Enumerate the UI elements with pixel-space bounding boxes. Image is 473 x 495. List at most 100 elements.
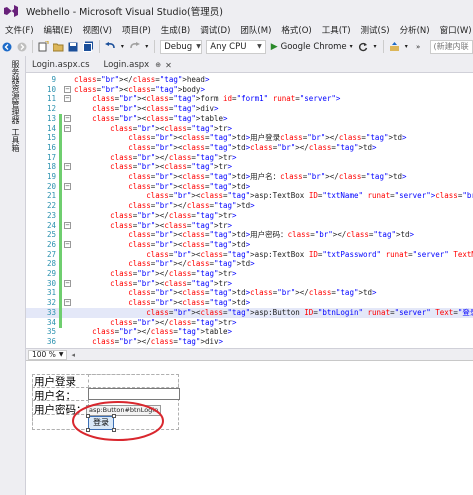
menu-window[interactable]: 窗口(W) <box>435 24 473 36</box>
code-line[interactable]: 18− class="br"><class="tag">tr> <box>26 162 473 173</box>
code-line[interactable]: 22 class="br"></class="tag">td> <box>26 201 473 212</box>
menu-file[interactable]: 文件(F) <box>0 24 39 36</box>
collapse-icon[interactable]: − <box>64 299 71 307</box>
collapse-icon[interactable]: − <box>64 240 71 248</box>
code-line[interactable]: 35 class="br"></class="tag">table> <box>26 327 473 337</box>
change-marker <box>59 269 62 279</box>
chevron-down-icon: ▾ <box>349 43 353 50</box>
code-line[interactable]: 15 class="br"><class="tag">td>用户登录class=… <box>26 133 473 144</box>
menu-test[interactable]: 测试(S) <box>356 24 395 36</box>
code-line[interactable]: 21 class="br"><class="tag">asp:TextBox I… <box>26 191 473 202</box>
line-number: 33 <box>46 307 56 317</box>
collapse-icon[interactable]: − <box>64 279 71 287</box>
code-text: class="br"><class="tag">asp:TextBox ID="… <box>146 249 473 259</box>
publish-dropdown-icon[interactable]: ▾ <box>404 41 409 53</box>
design-surface[interactable]: 用户登录 用户名： 用户密码： asp:Button#btnLogin 登录 <box>26 360 473 495</box>
code-text: class="br"><class="tag">tr> <box>110 162 233 172</box>
code-line[interactable]: 24− class="br"><class="tag">tr> <box>26 220 473 231</box>
code-line[interactable]: 25 class="br"><class="tag">td>用户密码：class… <box>26 230 473 241</box>
save-icon[interactable] <box>68 41 79 53</box>
change-marker <box>59 210 62 221</box>
code-line[interactable]: 14− class="br"><class="tag">tr> <box>26 123 473 134</box>
browser-label: Google Chrome <box>280 41 347 52</box>
code-line[interactable]: 13− class="br"><class="tag">table> <box>26 113 473 124</box>
line-number: 25 <box>46 230 56 240</box>
pin-icon[interactable]: ⊕ <box>155 61 161 69</box>
visual-studio-logo-icon <box>0 0 22 22</box>
code-line[interactable]: 23 class="br"></class="tag">tr> <box>26 210 473 221</box>
menu-format[interactable]: 格式(O) <box>276 24 316 36</box>
code-line[interactable]: 9 class="br"></class="tag">head> <box>26 75 473 85</box>
menu-view[interactable]: 视图(V) <box>78 24 117 36</box>
collapse-icon[interactable]: − <box>64 95 71 103</box>
close-icon[interactable]: ✕ <box>165 61 172 70</box>
server-explorer-tab[interactable]: 服务器资源管理器 <box>9 60 21 124</box>
zoom-dropdown[interactable]: 100 % ▼ <box>28 349 68 360</box>
code-line[interactable]: 28 class="br"></class="tag">td> <box>26 259 473 270</box>
code-line[interactable]: 10− class="br"><class="tag">body> <box>26 85 473 95</box>
solution-platform-dropdown[interactable]: Any CPU ▼ <box>206 39 266 54</box>
menu-edit[interactable]: 编辑(E) <box>39 24 78 36</box>
undo-icon[interactable] <box>104 41 116 53</box>
code-line[interactable]: 36 class="br"></class="tag">div> <box>26 337 473 347</box>
chevron-down-icon: ▼ <box>58 351 64 358</box>
code-line[interactable]: 12 class="br"><class="tag">div> <box>26 104 473 114</box>
start-debugging-button[interactable]: ▶ Google Chrome ▾ <box>271 42 353 52</box>
tab-login-aspx[interactable]: Login.aspx ⊕ ✕ <box>97 58 178 72</box>
code-line[interactable]: 33 class="br"><class="tag">asp:Button ID… <box>26 307 473 318</box>
menu-tools[interactable]: 工具(T) <box>317 24 356 36</box>
line-number: 31 <box>46 288 56 298</box>
line-number: 32 <box>46 298 56 308</box>
menu-team[interactable]: 团队(M) <box>235 24 276 36</box>
code-line[interactable]: 34 class="br"></class="tag">tr> <box>26 317 473 328</box>
redo-icon[interactable] <box>129 41 141 53</box>
code-line[interactable]: 11− class="br"><class="tag">form id="for… <box>26 94 473 104</box>
toolbar-overflow-icon[interactable]: » <box>413 41 424 53</box>
change-marker <box>59 230 62 241</box>
chevron-down-icon: ▼ <box>196 43 201 50</box>
forward-icon[interactable] <box>17 41 28 53</box>
quick-launch-input[interactable]: (新建内联 <box>429 39 473 54</box>
code-line[interactable]: 20− class="br"><class="tag">td> <box>26 181 473 192</box>
code-text: class="br"><class="tag">form id="form1" … <box>92 94 341 104</box>
solution-configuration-dropdown[interactable]: Debug ▼ <box>160 39 203 54</box>
line-number: 19 <box>46 172 56 181</box>
open-file-icon[interactable] <box>53 41 64 53</box>
menu-analyze[interactable]: 分析(N) <box>395 24 435 36</box>
code-line[interactable]: 31 class="br"><class="tag">td>class="br"… <box>26 288 473 299</box>
code-line[interactable]: 27 class="br"><class="tag">asp:TextBox I… <box>26 249 473 260</box>
collapse-icon[interactable]: − <box>64 114 71 122</box>
collapse-icon[interactable]: − <box>64 182 71 190</box>
design-cell <box>88 374 179 388</box>
code-line[interactable]: 30− class="br"><class="tag">tr> <box>26 278 473 289</box>
line-number: 24 <box>46 220 56 230</box>
browser-link-dropdown-icon[interactable]: ▾ <box>372 41 377 53</box>
refresh-browser-icon[interactable] <box>358 41 369 53</box>
new-project-icon[interactable] <box>38 41 49 53</box>
collapse-icon[interactable]: − <box>64 85 71 93</box>
publish-icon[interactable] <box>389 41 400 53</box>
menu-project[interactable]: 项目(P) <box>117 24 156 36</box>
code-line[interactable]: 26− class="br"><class="tag">td> <box>26 239 473 250</box>
title-bar: Webhello - Microsoft Visual Studio(管理员) <box>0 0 473 22</box>
undo-dropdown-icon[interactable]: ▾ <box>120 41 125 53</box>
save-all-icon[interactable] <box>82 41 94 53</box>
collapse-icon[interactable]: − <box>64 163 71 171</box>
toolbox-tab[interactable]: 工具箱 <box>9 128 21 152</box>
code-line[interactable]: 19 class="br"><class="tag">td>用户名：class=… <box>26 172 473 182</box>
code-line[interactable]: 29 class="br"></class="tag">tr> <box>26 269 473 279</box>
redo-dropdown-icon[interactable]: ▾ <box>144 41 149 53</box>
code-line[interactable]: 32− class="br"><class="tag">td> <box>26 298 473 309</box>
code-editor[interactable]: 9 class="br"></class="tag">head> 10− class=… <box>26 72 473 348</box>
change-marker <box>59 123 62 134</box>
back-icon[interactable] <box>2 41 13 53</box>
menu-build[interactable]: 生成(B) <box>156 24 195 36</box>
tab-login-aspx-cs[interactable]: Login.aspx.cs <box>26 58 96 72</box>
collapse-icon[interactable]: − <box>64 124 71 132</box>
menu-debug[interactable]: 调试(D) <box>195 24 235 36</box>
code-text: class="br"><class="tag">table> <box>92 113 228 123</box>
code-line[interactable]: 17 class="br"></class="tag">tr> <box>26 152 473 163</box>
scroll-left-icon[interactable]: ◂ <box>71 351 75 359</box>
code-line[interactable]: 16 class="br"><class="tag">td>class="br"… <box>26 142 473 153</box>
collapse-icon[interactable]: − <box>64 221 71 229</box>
